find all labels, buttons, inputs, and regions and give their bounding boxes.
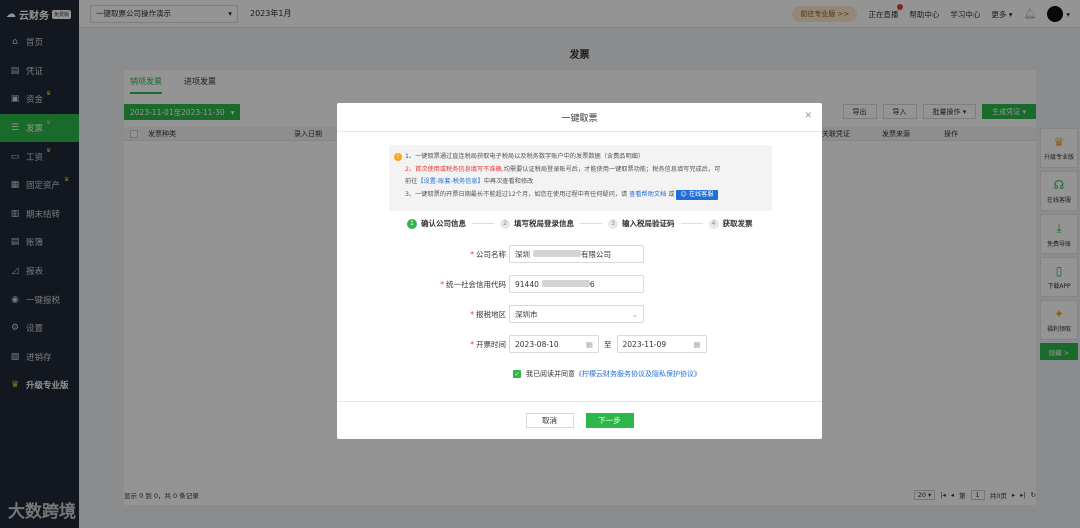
notice-line-2: 2、首次使用或税务信息填写不准确,均需要认证税局登录账号后，才能使用一键取票功能… [405,164,764,177]
date-to-value: 2023-11-09 [622,339,667,349]
notice-line-3-rest: 中再次查看和修改 [483,178,534,186]
next-step-button[interactable]: 下一步 [585,413,634,428]
cancel-button[interactable]: 取消 [525,413,574,428]
redacted-text [541,279,590,287]
step-4: 4 获取发票 [708,218,753,229]
one-click-invoice-dialog: 一键取票 ✕ ! 1、一键取票通过直连税局获取电子税局以及税务数字账户中的发票数… [337,103,822,439]
notice-line-3-prefix: 前往 [405,178,418,186]
credit-code-field[interactable]: 91440 6 [509,275,644,293]
calendar-icon: ▦ [693,339,701,349]
step-number: 1 [407,218,417,229]
step-separator [472,223,494,224]
online-service-button[interactable]: ☺ 在线客服 [676,189,718,200]
date-from-field[interactable]: 2023-08-10 ▦ [509,335,599,353]
tax-settings-link[interactable]: 【设置-账套-税务信息】 [417,178,483,185]
invoice-date-label: 开票时间 [476,339,506,349]
step-number: 2 [500,218,510,229]
tax-region-value: 深圳市 [515,309,538,319]
date-from-value: 2023-08-10 [515,339,559,349]
credit-code-label: 统一社会信用代码 [446,279,506,289]
step-label: 填写税局登录信息 [514,219,574,228]
credit-code-tail: 6 [589,279,595,289]
step-label: 确认公司信息 [421,219,466,228]
calendar-icon: ▦ [585,339,593,349]
step-indicator: 1 确认公司信息 2 填写税局登录信息 3 输入税局验证码 4 获取发票 [407,218,753,229]
date-to-separator: 至 [604,339,612,349]
close-icon[interactable]: ✕ [804,111,812,121]
notice-line-4: 3、一键取票的开票日期最长不能超过12个月，如您在使用过程中有任何疑问，请 查看… [405,189,764,202]
step-separator [580,223,602,224]
notice-line-1: 1、一键取票通过直连税局获取电子税局以及税务数字账户中的发票数据（含费品明细） [405,153,645,160]
credit-code-row: * 统一社会信用代码 91440 6 [337,275,644,293]
notice-line-3: 前往【设置-账套-税务信息】中再次查看和修改 [405,176,764,189]
agreement-checkbox[interactable]: ✓ [513,370,521,378]
redacted-text [533,249,581,257]
notice-line-2-rest: 均需要认证税局登录账号后，才能使用一键取票功能；税务信息填写完成后，可 [503,165,721,173]
step-number: 3 [608,218,618,229]
invoice-date-row: * 开票时间 2023-08-10 ▦ 至 2023-11-09 ▦ [337,335,707,353]
warning-icon: ! [394,153,402,161]
tax-region-select[interactable]: 深圳市 ⌄ [509,305,644,323]
agreement-text: 我已阅读并同意 [526,370,575,378]
step-number: 4 [708,218,719,229]
dialog-footer: 取消 下一步 [337,401,822,439]
chevron-down-icon: ⌄ [631,309,638,319]
step-2: 2 填写税局登录信息 [500,218,574,229]
step-3: 3 输入税局验证码 [608,218,675,229]
agreement-row: ✓ 我已阅读并同意 《柠檬云财务服务协议及隐私保护协议》 [513,369,701,379]
step-1: 1 确认公司信息 [407,218,466,229]
notice-warning-text: 2、首次使用或税务信息填写不准确, [405,165,504,173]
company-name-row: * 公司名称 深圳 有限公司 [337,245,644,263]
company-name-label: 公司名称 [476,249,506,259]
online-service-label: 在线客服 [688,190,714,198]
dialog-title: 一键取票 [561,113,598,124]
notice-box: ! 1、一键取票通过直连税局获取电子税局以及税务数字账户中的发票数据（含费品明细… [389,145,772,211]
credit-code-value: 91440 [515,279,539,289]
tax-region-row: * 报税地区 深圳市 ⌄ [337,305,644,323]
step-separator [680,223,703,224]
company-name-value: 深圳 [515,249,530,259]
notice-or-text: 或 [668,190,675,198]
company-name-tail: 有限公司 [581,249,611,259]
step-label: 输入税局验证码 [622,219,675,228]
agreement-link[interactable]: 《柠檬云财务服务协议及隐私保护协议》 [575,369,701,379]
company-name-field[interactable]: 深圳 有限公司 [509,245,644,263]
step-label: 获取发票 [722,219,753,228]
help-doc-link[interactable]: 查看帮助文档 [629,191,666,198]
date-to-field[interactable]: 2023-11-09 ▦ [616,335,707,353]
tax-region-label: 报税地区 [476,309,506,319]
notice-line-4-text: 3、一键取票的开票日期最长不能超过12个月，如您在使用过程中有任何疑问，请 [405,190,628,198]
